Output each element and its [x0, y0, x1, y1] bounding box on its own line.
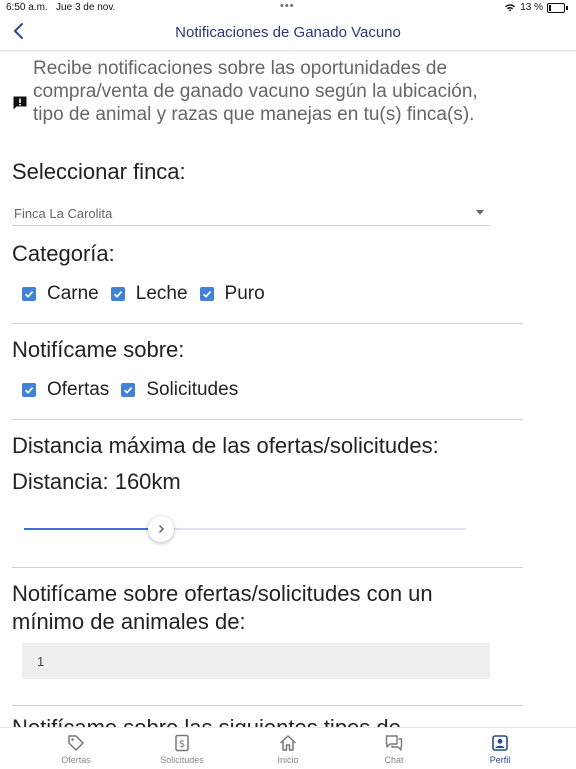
checkbox-ofertas[interactable] [22, 383, 36, 397]
battery-percent: 13 % [520, 2, 543, 13]
intro-text: Recibe notificaciones sobre las oportuni… [33, 58, 478, 125]
checkbox-label-ofertas: Ofertas [47, 379, 110, 400]
checkmark-icon [124, 387, 133, 394]
feedback-alert-icon [13, 96, 27, 110]
min-animals-label-line2: mínimo de animales de: [12, 609, 246, 634]
notify-checkbox-group: Ofertas Solicitudes [22, 379, 250, 401]
tab-chat[interactable]: Chat [344, 728, 444, 769]
status-right: 13 % [504, 2, 568, 13]
checkmark-icon [24, 387, 34, 394]
divider [12, 323, 523, 324]
distance-label: Distancia máxima de las ofertas/solicitu… [12, 433, 439, 458]
checkbox-leche[interactable] [110, 287, 125, 301]
intro-block: Recibe notificaciones sobre las oportuni… [12, 57, 512, 126]
home-icon [279, 735, 297, 751]
checkbox-solicitudes[interactable] [121, 383, 136, 397]
tab-inicio[interactable]: Inicio [238, 728, 338, 769]
divider [12, 705, 523, 706]
notify-label: Notifícame sobre: [12, 337, 185, 362]
checkbox-label-carne: Carne [47, 283, 99, 304]
page-title: Notificaciones de Ganado Vacuno [175, 24, 401, 41]
tab-perfil[interactable]: Perfil [450, 728, 550, 769]
bottom-tab-bar: Ofertas $ Solicitudes Inicio Chat Perfil [0, 727, 576, 769]
battery-icon [547, 2, 565, 13]
tab-ofertas[interactable]: Ofertas [26, 728, 126, 769]
min-animals-input[interactable]: 1 [22, 643, 490, 679]
checkbox-label-puro: Puro [224, 283, 265, 304]
tab-solicitudes[interactable]: $ Solicitudes [132, 728, 232, 769]
profile-icon [492, 735, 508, 751]
svg-text:$: $ [179, 739, 185, 750]
farm-select-value: Finca La Carolita [14, 206, 113, 221]
chat-icon [385, 735, 403, 751]
distance-slider-thumb[interactable] [148, 516, 175, 542]
status-bar: 6:50 a.m. Jue 3 de nov. ••• 13 % [0, 0, 576, 16]
dropdown-caret-icon [476, 210, 484, 215]
divider [12, 419, 523, 420]
chevron-right-icon [159, 525, 164, 533]
navigation-bar: Notificaciones de Ganado Vacuno [0, 16, 576, 51]
distance-slider-fill [24, 528, 162, 530]
min-animals-value: 1 [37, 654, 45, 669]
checkbox-carne[interactable] [22, 287, 36, 301]
min-animals-label-line1: Notifícame sobre ofertas/solicitudes con… [12, 581, 433, 606]
checkmark-icon [24, 291, 34, 298]
dollar-doc-icon: $ [175, 734, 189, 752]
farm-select-label: Seleccionar finca: [12, 159, 186, 184]
checkmark-icon [113, 291, 122, 298]
divider [12, 567, 523, 568]
checkbox-label-leche: Leche [135, 283, 188, 304]
status-time: 6:50 a.m. Jue 3 de nov. [6, 2, 116, 13]
category-label: Categoría: [12, 241, 115, 266]
scroll-content[interactable]: Recibe notificaciones sobre las oportuni… [0, 51, 576, 727]
farm-select[interactable]: Finca La Carolita [12, 203, 490, 226]
next-section-heading: Notifícame sobre las siguientes tipos de [12, 715, 401, 727]
multitask-dots-icon: ••• [280, 0, 295, 12]
checkbox-puro[interactable] [199, 287, 214, 301]
distance-value: Distancia: 160km [12, 469, 181, 494]
checkbox-label-solicitudes: Solicitudes [146, 379, 239, 400]
wifi-icon [505, 4, 516, 12]
tag-icon [68, 735, 84, 751]
checkmark-icon [202, 291, 211, 298]
category-checkbox-group: Carne Leche Puro [22, 283, 277, 305]
